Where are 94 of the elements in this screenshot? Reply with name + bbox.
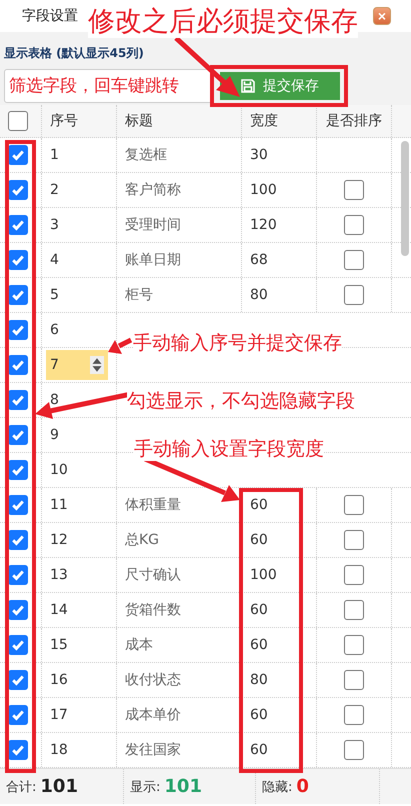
sort-checkbox[interactable]	[344, 600, 364, 620]
order-number: 2	[50, 182, 59, 198]
sort-checkbox[interactable]	[344, 565, 364, 585]
window-title: 字段设置	[22, 7, 78, 25]
field-title: 总KG	[125, 531, 160, 549]
column-header: 序号	[50, 112, 78, 130]
width-value[interactable]: 30	[250, 147, 268, 163]
order-number: 13	[50, 567, 68, 583]
sort-checkbox[interactable]	[344, 495, 364, 515]
width-value[interactable]: 68	[250, 252, 268, 268]
row-checkbox[interactable]	[8, 670, 28, 690]
order-number: 9	[50, 427, 59, 443]
row-checkbox[interactable]	[8, 460, 28, 480]
row-checkbox[interactable]	[8, 355, 28, 375]
select-all-checkbox[interactable]	[8, 111, 28, 131]
field-title: 受理时间	[125, 216, 181, 234]
arrow	[108, 338, 132, 354]
field-title: 收付状态	[125, 671, 181, 689]
row-checkbox[interactable]	[8, 390, 28, 410]
filter-field[interactable]: 筛选字段，回车键跳转	[4, 69, 213, 103]
width-value[interactable]: 100	[250, 182, 277, 198]
annotation-text: 修改之后必须提交保存	[88, 6, 358, 38]
sort-checkbox[interactable]	[344, 635, 364, 655]
width-value[interactable]: 80	[250, 287, 268, 303]
column-header: 是否排序	[326, 112, 382, 130]
width-value[interactable]: 100	[250, 567, 277, 583]
row-checkbox[interactable]	[8, 145, 28, 165]
order-number: 14	[50, 602, 68, 618]
save-icon	[241, 79, 255, 93]
row-checkbox[interactable]	[8, 320, 28, 340]
row-checkbox[interactable]	[8, 705, 28, 725]
sort-checkbox[interactable]	[344, 285, 364, 305]
order-number: 15	[50, 637, 68, 653]
row-checkbox[interactable]	[8, 740, 28, 760]
sort-checkbox[interactable]	[344, 215, 364, 235]
hidden-count: 0	[296, 776, 309, 797]
sort-checkbox[interactable]	[344, 180, 364, 200]
row-checkbox[interactable]	[8, 425, 28, 445]
hidden-label: 隐藏:	[262, 778, 292, 796]
order-number: 11	[50, 497, 68, 513]
width-value[interactable]: 120	[250, 217, 277, 233]
row-checkbox[interactable]	[8, 215, 28, 235]
row-checkbox[interactable]	[8, 180, 28, 200]
order-number: 10	[50, 462, 68, 478]
annotation-text: 手动输入序号并提交保存	[133, 332, 342, 355]
width-value[interactable]: 80	[250, 672, 268, 688]
field-title: 账单日期	[125, 251, 181, 269]
row-checkbox[interactable]	[8, 530, 28, 550]
shown-count: 101	[164, 776, 202, 797]
order-number: 6	[50, 322, 59, 338]
width-value[interactable]: 60	[250, 602, 268, 618]
width-value[interactable]: 60	[250, 637, 268, 653]
field-title: 发往国家	[125, 741, 181, 759]
row-checkbox[interactable]	[8, 600, 28, 620]
spinner-arrows-icon[interactable]	[90, 356, 104, 374]
row-checkbox[interactable]	[8, 285, 28, 305]
sort-checkbox[interactable]	[344, 705, 364, 725]
sort-checkbox[interactable]	[344, 250, 364, 270]
field-title: 体积重量	[125, 496, 181, 514]
column-header: 宽度	[250, 112, 278, 130]
row-checkbox[interactable]	[8, 250, 28, 270]
width-value[interactable]: 60	[250, 742, 268, 758]
total-count: 101	[40, 776, 78, 797]
order-number: 18	[50, 742, 68, 758]
column-header: 标题	[125, 112, 153, 130]
field-title: 复选框	[125, 146, 167, 164]
field-title: 成本单价	[125, 706, 181, 724]
order-number: 5	[50, 287, 59, 303]
order-number: 17	[50, 707, 68, 723]
order-number: 1	[50, 147, 59, 163]
order-number: 4	[50, 252, 59, 268]
field-title: 客户简称	[125, 181, 181, 199]
order-number: 8	[50, 392, 59, 408]
order-number: 16	[50, 672, 68, 688]
width-value[interactable]: 60	[250, 532, 268, 548]
width-value[interactable]: 60	[250, 707, 268, 723]
scrollbar[interactable]	[401, 141, 409, 256]
field-title: 货箱件数	[125, 601, 181, 619]
order-spinner-field[interactable]: 7	[46, 350, 108, 380]
row-checkbox[interactable]	[8, 565, 28, 585]
row-checkbox[interactable]	[8, 635, 28, 655]
order-number: 12	[50, 532, 68, 548]
sort-checkbox[interactable]	[344, 670, 364, 690]
width-value[interactable]: 60	[250, 497, 268, 513]
field-title: 成本	[125, 636, 153, 654]
sort-checkbox[interactable]	[344, 530, 364, 550]
row-checkbox[interactable]	[8, 495, 28, 515]
annotation-text: 手动输入设置字段宽度	[134, 438, 324, 461]
sort-checkbox[interactable]	[344, 740, 364, 760]
order-number: 3	[50, 217, 59, 233]
field-title: 尺寸确认	[125, 566, 181, 584]
shown-label: 显示:	[130, 778, 160, 796]
field-title: 柜号	[125, 286, 153, 304]
total-label: 合计:	[6, 778, 36, 796]
